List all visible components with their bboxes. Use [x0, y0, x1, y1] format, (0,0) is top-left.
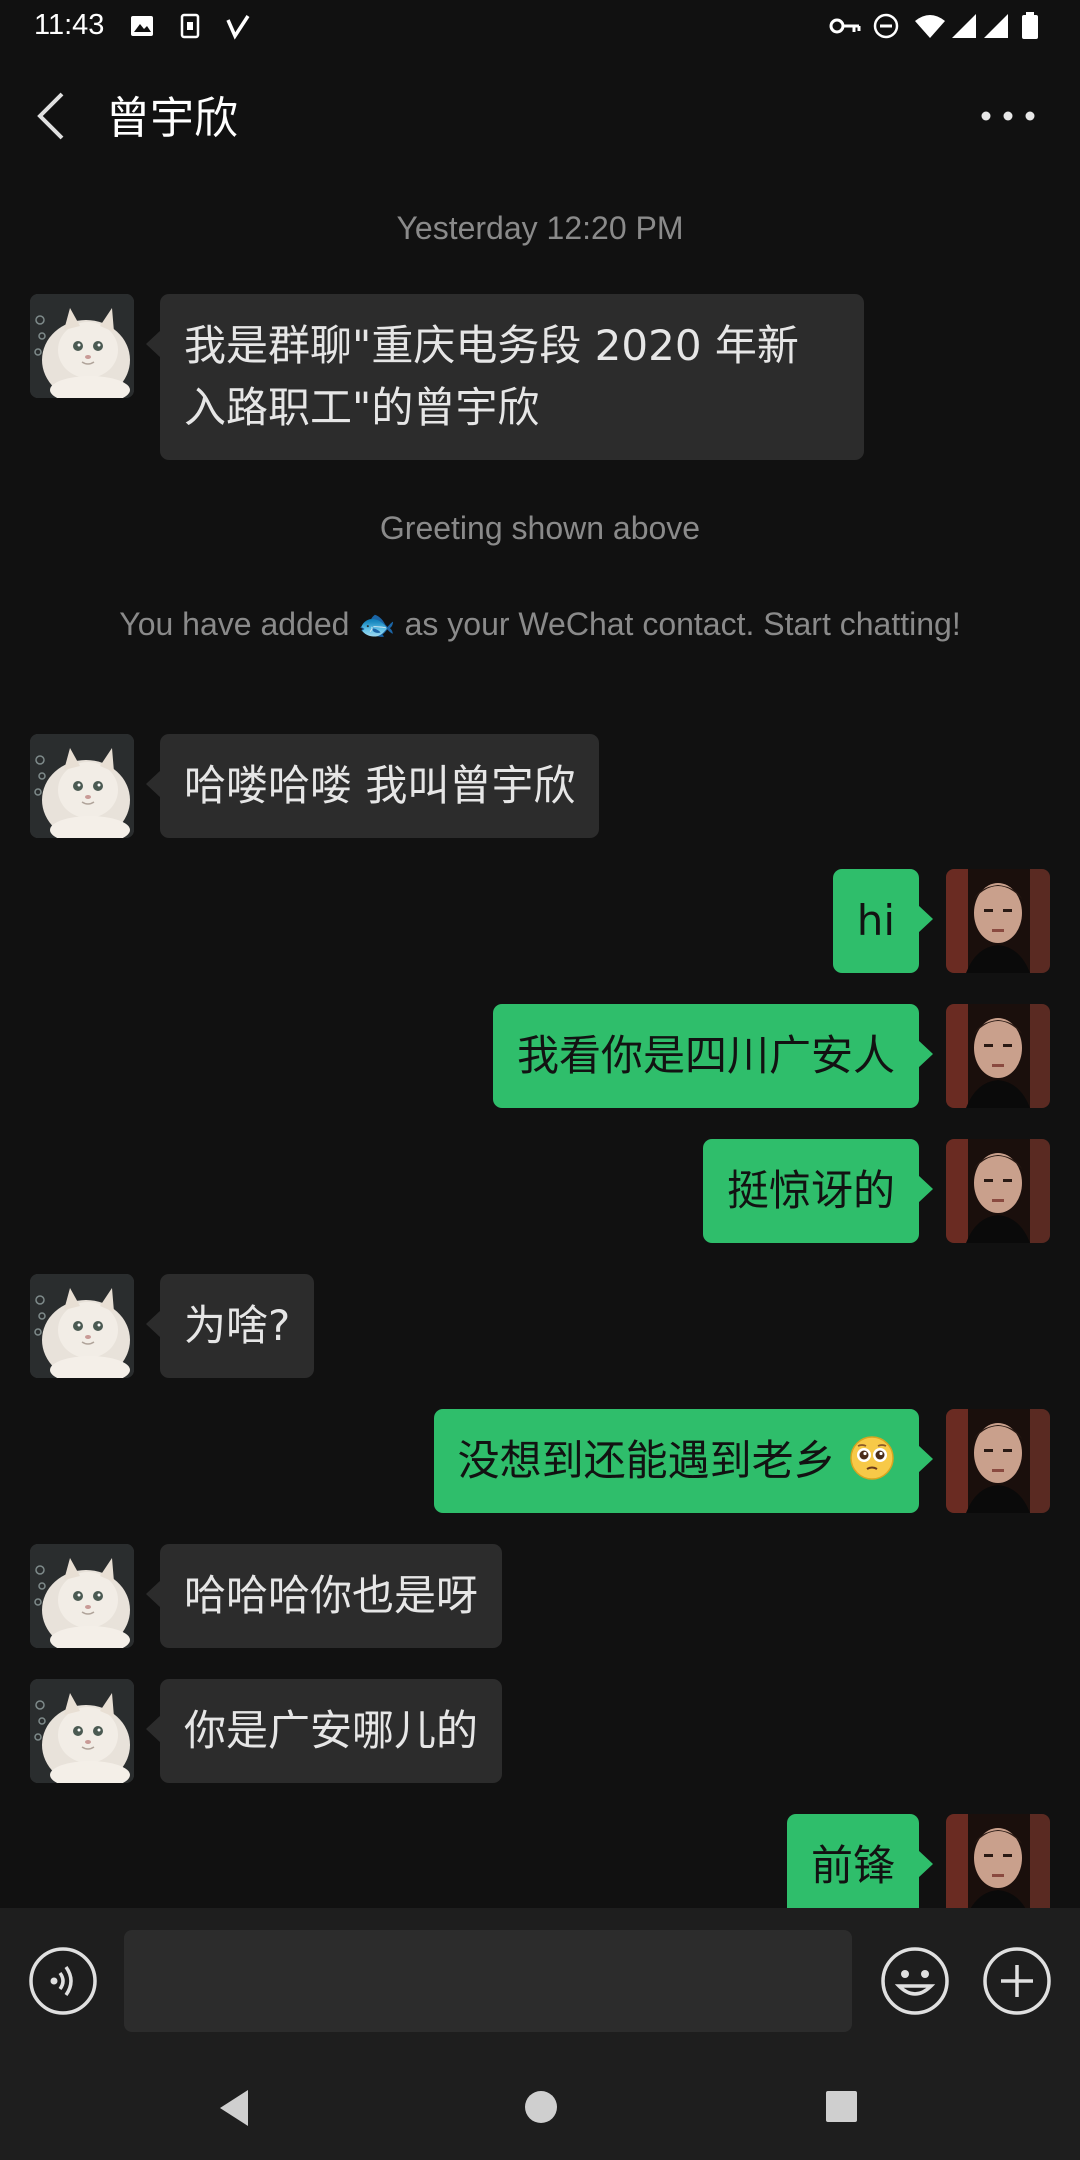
added-contact-note: You have added 🐟 as your WeChat contact.…	[100, 600, 980, 650]
added-note-text: You have added	[119, 606, 350, 642]
dnd-icon	[873, 13, 899, 39]
greeting-bubble[interactable]: 我是群聊"重庆电务段 2020 年新入路职工"的曾宇欣	[146, 294, 864, 460]
contact-avatar[interactable]	[30, 1544, 134, 1648]
greeting-note: Greeting shown above	[379, 510, 701, 546]
fish-emoji: 🐟	[358, 609, 396, 642]
voice-button[interactable]	[28, 1946, 98, 2016]
outgoing-message-bubble[interactable]: 我看你是四川广安人	[492, 1004, 934, 1108]
back-button[interactable]	[28, 88, 76, 144]
more-functions-button[interactable]	[982, 1946, 1052, 2016]
more-dots-icon	[981, 111, 1035, 121]
incoming-message-bubble[interactable]: 哈哈哈你也是呀	[145, 1544, 503, 1648]
nav-back-button[interactable]	[214, 2086, 256, 2130]
added-note-text: as your WeChat contact. Start chatting!	[404, 606, 961, 642]
pleading-face-icon	[850, 1436, 894, 1480]
status-bar: 11:43	[0, 0, 1080, 52]
my-avatar[interactable]	[946, 1004, 1050, 1108]
incoming-message-bubble[interactable]: 为啥?	[145, 1274, 315, 1378]
my-avatar[interactable]	[946, 1409, 1050, 1513]
contact-avatar[interactable]	[30, 1274, 134, 1378]
image-icon	[131, 16, 153, 36]
nav-recents-button[interactable]	[824, 2089, 859, 2124]
battery-icon	[1022, 12, 1038, 39]
message-text: 没想到还能遇到老乡	[457, 1436, 836, 1485]
more-options-button[interactable]	[972, 92, 1044, 140]
wifi-icon	[915, 15, 945, 38]
outgoing-message-bubble[interactable]: 挺惊讶的	[702, 1139, 934, 1243]
emoji-button[interactable]	[880, 1946, 950, 2016]
chat-header: 曾宇欣	[0, 52, 1080, 180]
input-bar	[0, 1908, 1080, 2054]
nav-recents-icon	[826, 2091, 857, 2122]
contact-avatar[interactable]	[30, 294, 134, 398]
nav-back-icon	[220, 2090, 248, 2126]
incoming-message-bubble[interactable]: 你是广安哪儿的	[145, 1679, 503, 1783]
contact-avatar[interactable]	[30, 1679, 134, 1783]
sim-icon	[180, 13, 200, 39]
nav-home-button[interactable]	[522, 2088, 560, 2126]
outgoing-message-bubble[interactable]: 没想到还能遇到老乡	[433, 1409, 934, 1513]
my-avatar[interactable]	[946, 869, 1050, 973]
nav-home-icon	[525, 2091, 557, 2123]
emoji-icon	[881, 1947, 949, 2015]
chat-title: 曾宇欣	[106, 93, 238, 144]
voice-icon	[29, 1947, 97, 2015]
chevron-left-icon	[37, 92, 64, 140]
system-nav-bar	[0, 2054, 1080, 2160]
outgoing-message-bubble[interactable]: hi	[832, 869, 934, 973]
vpn-key-icon	[829, 18, 861, 34]
status-time: 11:43	[34, 9, 105, 41]
contact-avatar[interactable]	[30, 734, 134, 838]
my-avatar[interactable]	[946, 1814, 1050, 1908]
signal-icon	[952, 14, 976, 38]
signal-icon	[984, 14, 1008, 38]
message-input[interactable]	[124, 1930, 852, 2032]
message-timestamp: Yesterday 12:20 PM	[396, 210, 684, 246]
outgoing-message-bubble[interactable]: 前锋	[786, 1814, 934, 1908]
check-icon	[226, 15, 250, 40]
incoming-message-bubble[interactable]: 哈喽哈喽 我叫曾宇欣	[145, 734, 600, 838]
my-avatar[interactable]	[946, 1139, 1050, 1243]
plus-icon	[983, 1947, 1051, 2015]
message-list[interactable]: Yesterday 12:20 PM 我是群聊"重庆电务段 2020 年新入路职…	[0, 180, 1080, 1908]
